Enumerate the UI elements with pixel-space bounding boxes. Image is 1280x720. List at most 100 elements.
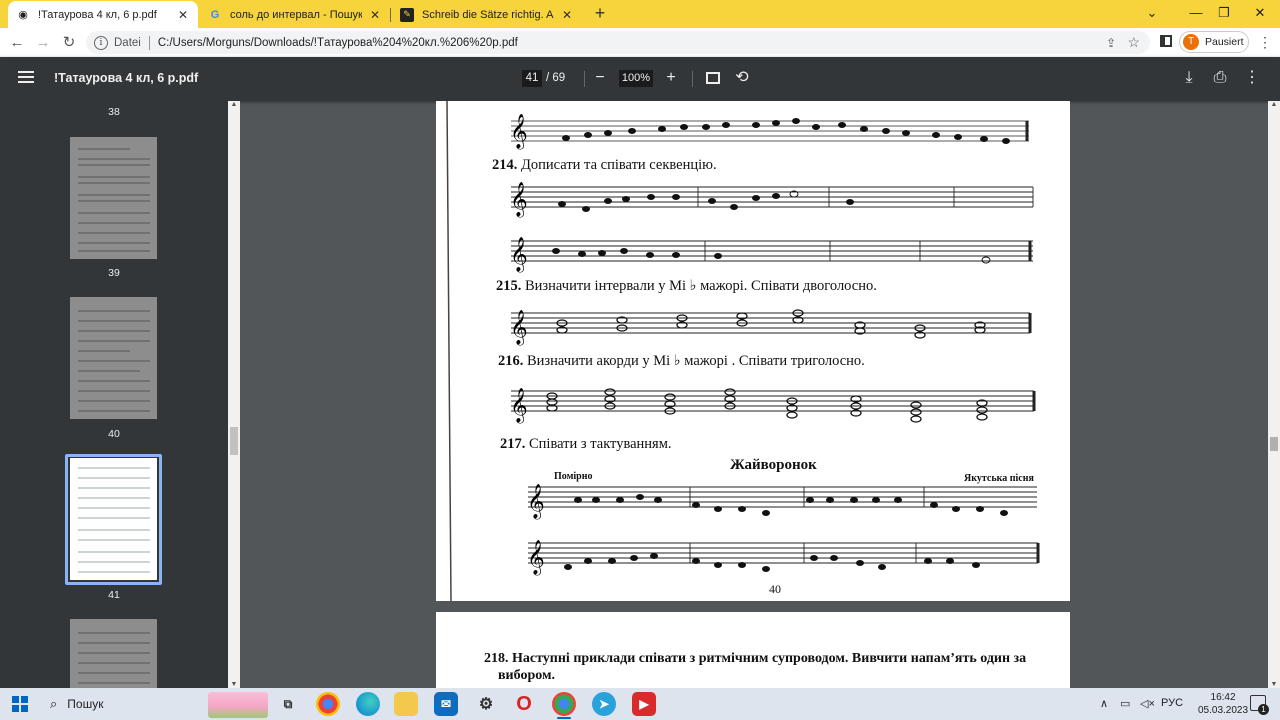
scroll-down-icon[interactable]: ▼ (228, 681, 240, 688)
telegram-icon[interactable]: ➤ (592, 692, 616, 716)
bookmark-icon: ✎ (400, 7, 414, 22)
avatar: T (1183, 34, 1199, 50)
exercise-number: 215. (496, 278, 522, 294)
tab-title: соль до интервал - Пошук Goo (230, 8, 362, 21)
tab-schreib[interactable]: ✎ Schreib die Sätze richtig. Achte a ✕ (392, 1, 582, 28)
svg-text:𝄞: 𝄞 (510, 182, 528, 218)
taskbar-search[interactable]: ⌕ Пошук (40, 692, 268, 718)
share-icon[interactable]: ⇪ (1106, 36, 1116, 50)
tab-pdf[interactable]: ◉ !Татаурова 4 кл, 6 р.pdf ✕ (8, 1, 198, 28)
svg-text:𝄞: 𝄞 (510, 310, 528, 346)
browser-menu-icon[interactable]: ⋮ (1258, 34, 1272, 51)
svg-text:𝄞: 𝄞 (527, 540, 545, 576)
sidebar-scrollbar[interactable]: ▲ ▼ (228, 101, 240, 688)
forward-arrow-icon[interactable]: → (32, 32, 54, 54)
battery-network-icon[interactable]: ▭ (1120, 697, 1130, 710)
pdf-toolbar: !Татаурова 4 кл, 6 р.pdf 41 / 69 − 100% … (0, 57, 1280, 101)
svg-text:𝄞: 𝄞 (510, 237, 528, 273)
thumbnail-page-39[interactable] (70, 137, 157, 259)
close-tab-icon[interactable]: ✕ (176, 8, 190, 22)
chrome-icon[interactable] (316, 692, 340, 716)
chrome-profile-icon[interactable] (552, 692, 576, 716)
thumbnail-preview (78, 632, 150, 684)
pdf-page: 𝄞 𝄞 𝄞 𝄞 𝄞 𝄞 𝄞 214. Дописати та співати с… (436, 101, 1070, 601)
file-explorer-icon[interactable] (394, 692, 418, 716)
music-notation: 𝄞 𝄞 𝄞 𝄞 𝄞 𝄞 𝄞 (446, 101, 1040, 601)
scrollbar-thumb[interactable] (1270, 437, 1278, 451)
tab-search-chevron-icon[interactable]: ⌄ (1132, 0, 1172, 28)
scrollbar-thumb[interactable] (230, 427, 238, 455)
search-highlight-image (208, 692, 268, 718)
bookmark-star-icon[interactable]: ☆ (1127, 34, 1140, 51)
profile-button[interactable]: T Pausiert (1179, 31, 1249, 53)
reload-icon[interactable]: ↻ (58, 32, 80, 54)
zoom-out-icon[interactable]: − (590, 68, 610, 88)
new-tab-button[interactable]: + (590, 3, 610, 23)
scroll-up-icon[interactable]: ▲ (228, 101, 240, 108)
google-icon: G (210, 8, 220, 21)
thumbnail-sidebar: 38 39 40 41 (0, 101, 228, 688)
exercise-text-continued: вибором. (498, 668, 555, 683)
task-view-icon[interactable]: ⧉ (276, 692, 300, 716)
exercise-text: Визначити інтервали у Мі ♭ мажорі. Співа… (525, 278, 877, 294)
edge-icon[interactable] (356, 692, 380, 716)
url-text[interactable]: C:/Users/Morguns/Downloads/!Tатаурова%20… (158, 37, 518, 49)
input-language[interactable]: РУС (1161, 697, 1183, 709)
video-app-icon[interactable]: ▶ (632, 692, 656, 716)
song-source: Якутська пісня (964, 473, 1034, 484)
back-arrow-icon[interactable]: ← (6, 32, 28, 54)
thumbnail-preview (78, 310, 150, 412)
thumbnail-label: 38 (108, 106, 120, 118)
zoom-in-icon[interactable]: + (661, 68, 681, 88)
divider (692, 71, 693, 87)
scroll-down-icon[interactable]: ▼ (1268, 681, 1280, 688)
exercise-text: Наступні приклади співати з ритмічним су… (512, 651, 1027, 666)
zoom-input[interactable]: 100% (619, 70, 653, 87)
thumbnail-label: 39 (108, 267, 120, 279)
close-window-button[interactable]: ✕ (1240, 0, 1280, 28)
tray-chevron-icon[interactable]: ∧ (1100, 697, 1108, 710)
tab-separator (390, 8, 391, 22)
side-panel-icon[interactable] (1160, 35, 1172, 47)
taskbar: ⌕ Пошук ⧉ ✉ ⚙ O ➤ ▶ ∧ ▭ ◁× РУС 16:42 05.… (0, 688, 1280, 720)
print-icon[interactable]: ⎙ (1210, 68, 1230, 88)
rotate-icon[interactable]: ⟲ (732, 68, 752, 88)
restore-button[interactable]: ❐ (1204, 0, 1244, 28)
thumbnail-page-40[interactable] (70, 297, 157, 419)
page-number: 40 (769, 582, 781, 596)
address-bar[interactable]: i Datei C:/Users/Morguns/Downloads/!Tата… (86, 31, 1150, 54)
close-tab-icon[interactable]: ✕ (560, 8, 574, 22)
close-tab-icon[interactable]: ✕ (368, 8, 382, 22)
tab-google-search[interactable]: G соль до интервал - Пошук Goo ✕ (200, 1, 390, 28)
hamburger-menu-icon[interactable] (18, 71, 34, 85)
pdf-page-next: 218. Наступні приклади співати з ритмічн… (436, 612, 1070, 692)
settings-gear-icon[interactable]: ⚙ (474, 692, 498, 716)
info-icon[interactable]: i (94, 35, 108, 50)
clock-date: 05.03.2023 (1198, 705, 1249, 716)
opera-icon[interactable]: O (512, 692, 536, 716)
exercise-217: 217. Співати з тактуванням. (500, 436, 672, 453)
search-label: Пошук (67, 697, 104, 711)
thumbnail-page-42[interactable] (70, 619, 157, 688)
more-options-icon[interactable]: ⋮ (1242, 68, 1262, 88)
scroll-up-icon[interactable]: ▲ (1268, 101, 1280, 108)
page-total: / 69 (546, 72, 566, 84)
exercise-215: 215. Визначити інтервали у Мі ♭ мажорі. … (496, 278, 877, 295)
mail-icon[interactable]: ✉ (434, 692, 458, 716)
search-icon: ⌕ (50, 696, 58, 711)
thumbnail-preview (78, 148, 150, 252)
download-icon[interactable]: ⤓ (1179, 68, 1199, 88)
volume-icon[interactable]: ◁× (1140, 697, 1155, 710)
page-number-input[interactable]: 41 (522, 70, 542, 87)
thumbnail-label: 41 (108, 589, 120, 601)
active-app-indicator (557, 717, 571, 719)
document-scrollbar[interactable]: ▲ ▼ (1268, 101, 1280, 688)
separator (148, 35, 150, 50)
globe-icon: ◉ (18, 9, 28, 21)
exercise-text: Дописати та співати секвенцію. (521, 157, 717, 173)
thumbnail-page-41[interactable] (70, 458, 157, 580)
tab-title: !Татаурова 4 кл, 6 р.pdf (38, 8, 157, 21)
system-clock[interactable]: 16:42 05.03.2023 (1198, 691, 1248, 717)
windows-start-icon[interactable] (12, 696, 28, 712)
fit-page-icon[interactable] (706, 72, 720, 84)
